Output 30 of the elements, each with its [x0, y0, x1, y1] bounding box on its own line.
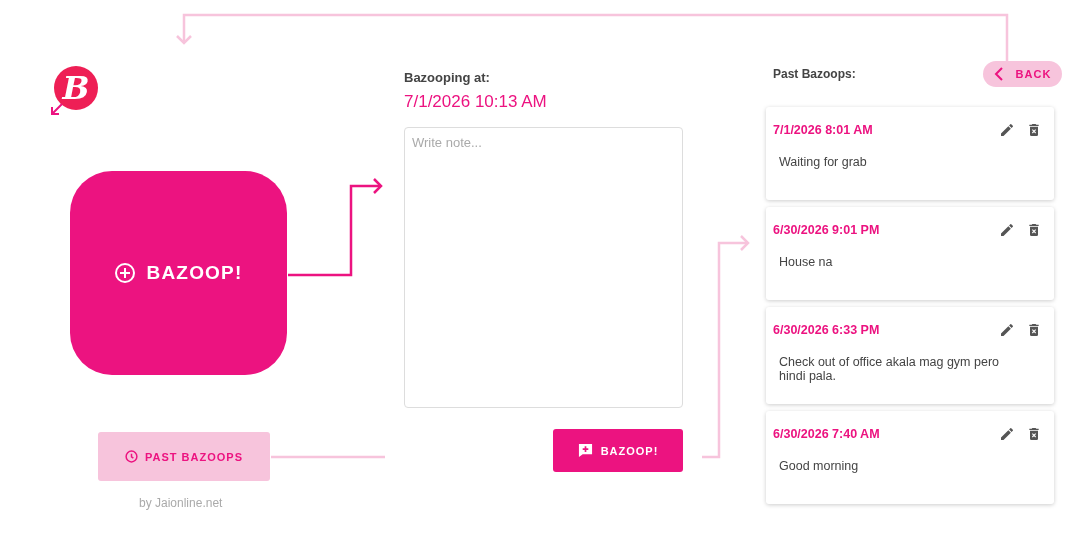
edit-icon[interactable]: [999, 322, 1015, 338]
entry-note: Check out of office akala mag gym pero hindi pala.: [779, 356, 1001, 384]
add-comment-icon: [577, 443, 593, 458]
logo-icon: B: [52, 66, 98, 112]
note-field[interactable]: Write note...: [404, 127, 683, 408]
entry-note: House na: [779, 256, 834, 270]
credit-text: by Jaionline.net: [139, 496, 223, 510]
delete-icon[interactable]: [1026, 322, 1042, 338]
entry-timestamp: 6/30/2026 9:01 PM: [773, 223, 881, 237]
entry-timestamp: 6/30/2026 7:40 AM: [773, 426, 881, 441]
chevron-left-icon: [993, 67, 1004, 81]
entry-timestamp: 6/30/2026 6:33 PM: [773, 323, 881, 337]
plus-circle-icon: [114, 262, 137, 284]
compose-label: Bazooping at:: [404, 70, 491, 85]
bazoop-button[interactable]: BAZOOP!: [70, 171, 287, 375]
delete-icon[interactable]: [1026, 425, 1042, 442]
bazoop-button[interactable]: BAZOOP!: [553, 429, 683, 472]
edit-icon[interactable]: [999, 425, 1015, 442]
clock-icon: [125, 450, 138, 463]
edit-icon[interactable]: [999, 122, 1015, 138]
edit-icon[interactable]: [999, 222, 1015, 238]
entry-timestamp: 7/1/2026 8:01 AM: [773, 123, 874, 137]
entry-note: Good morning: [779, 459, 860, 474]
delete-icon[interactable]: [1026, 122, 1042, 138]
timestamp: 7/1/2026 10:13 AM: [404, 92, 548, 112]
entry-note: Waiting for grab: [779, 156, 868, 170]
delete-icon[interactable]: [1026, 222, 1042, 238]
back-button[interactable]: BACK: [983, 61, 1062, 87]
past-bazoops-button[interactable]: PAST BAZOOPS: [98, 432, 270, 481]
history-title: Past Bazoops:: [773, 67, 856, 81]
